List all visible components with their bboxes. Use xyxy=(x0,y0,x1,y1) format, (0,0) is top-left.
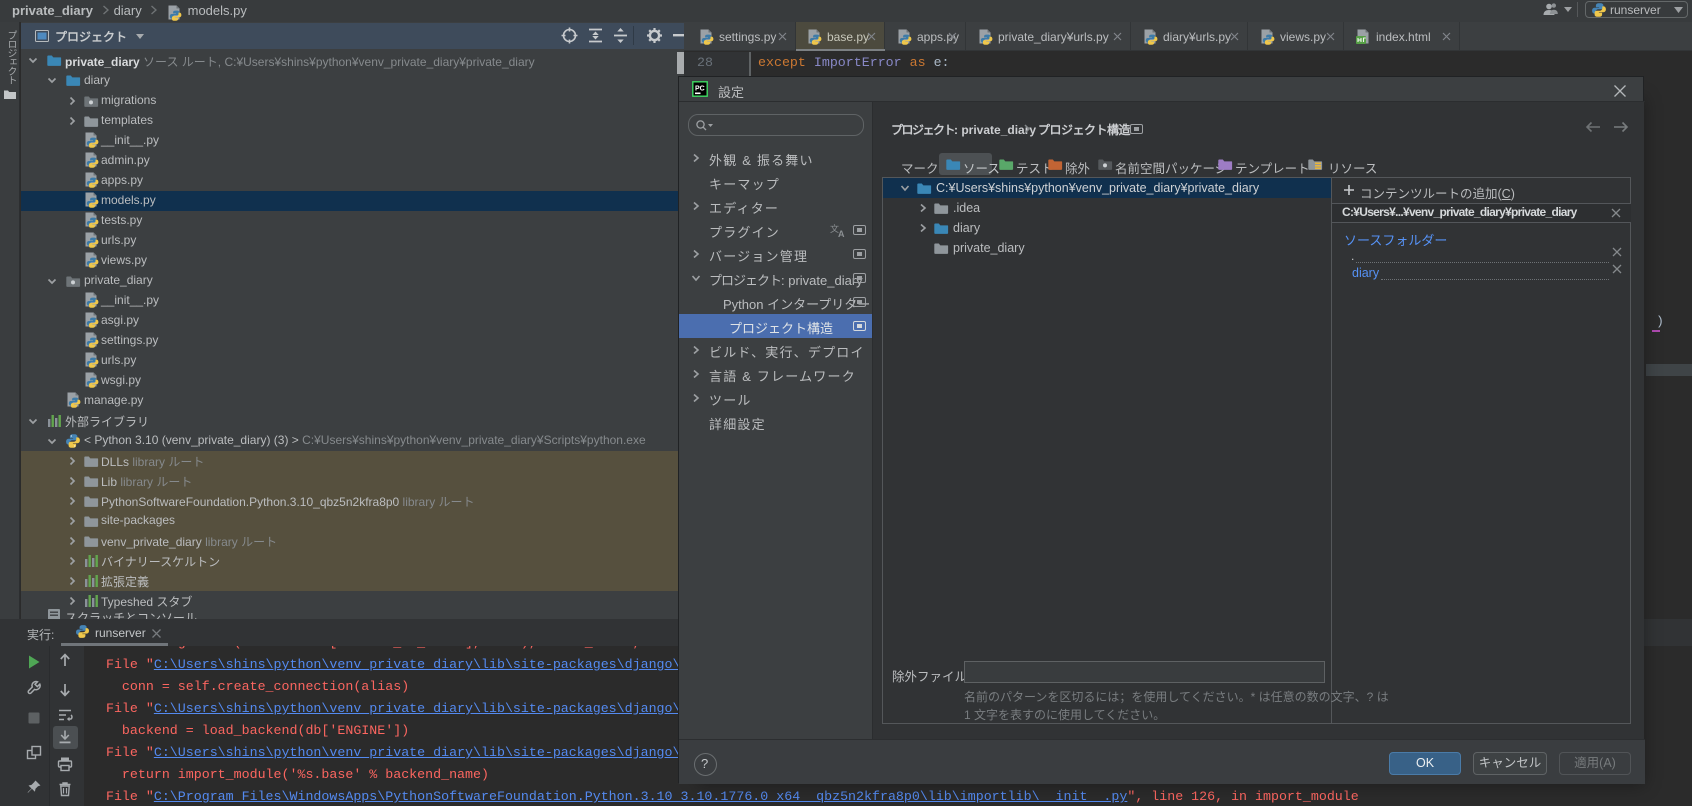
svg-text:PC: PC xyxy=(695,86,705,93)
svg-text:A: A xyxy=(838,229,845,237)
